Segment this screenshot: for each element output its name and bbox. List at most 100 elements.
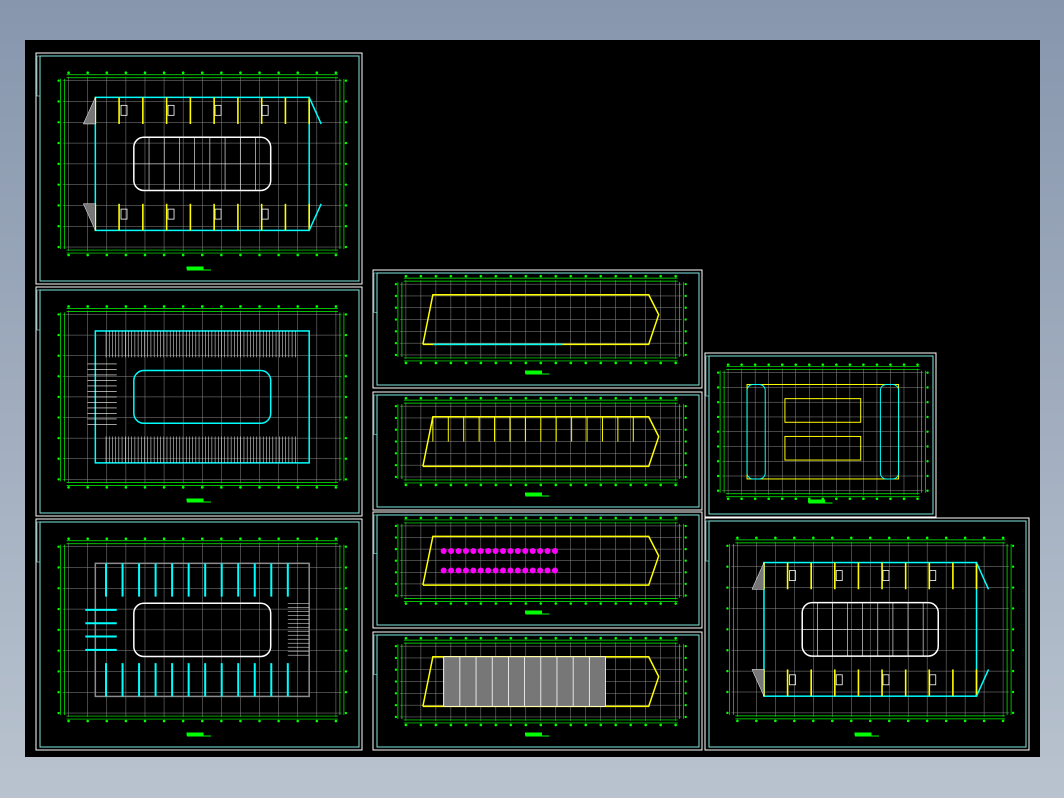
- stair-core: [214, 208, 222, 220]
- drawing-sheet-section-b[interactable]: [372, 391, 703, 511]
- furniture: [500, 567, 507, 574]
- axis-bubble: [181, 253, 185, 257]
- axis-bubble: [404, 274, 408, 278]
- axis-bubble: [220, 253, 223, 257]
- axis-bubble: [105, 537, 109, 541]
- axis-bubble: [599, 636, 603, 640]
- axis-bubble: [674, 274, 677, 278]
- axis-bubble: [494, 274, 498, 278]
- drawing-sheet-section-d[interactable]: [372, 631, 703, 751]
- axis-bubble: [124, 253, 128, 257]
- axis-bubble: [889, 497, 892, 501]
- axis-bubble: [736, 719, 739, 723]
- axis-bubble: [926, 401, 929, 404]
- axis-bubble: [674, 602, 677, 605]
- drawing-title-mark: [854, 732, 872, 736]
- axis-bubble: [539, 361, 543, 365]
- furniture: [551, 547, 558, 554]
- axis-bubble: [277, 305, 280, 308]
- axis-bubble: [57, 587, 60, 590]
- cad-model-space[interactable]: [25, 40, 1040, 757]
- furniture: [470, 567, 477, 574]
- axis-bubble: [479, 602, 483, 605]
- axis-bubble: [344, 607, 348, 611]
- axis-bubble: [726, 649, 729, 652]
- axis-bubble: [887, 719, 891, 723]
- axis-bubble: [105, 719, 109, 723]
- axis-bubble: [539, 602, 543, 605]
- axis-bubble: [67, 305, 70, 308]
- axis-bubble: [509, 483, 513, 487]
- axis-bubble: [57, 395, 60, 399]
- drawing-sheet-section-a[interactable]: [372, 269, 703, 389]
- axis-bubble: [684, 594, 687, 597]
- axis-bubble: [449, 483, 453, 487]
- axis-bubble: [726, 565, 729, 568]
- axis-bubble: [296, 71, 300, 75]
- stair-core: [261, 104, 269, 116]
- axis-bubble: [258, 719, 261, 723]
- axis-bubble: [1011, 628, 1015, 631]
- drawing-sheet-section-c[interactable]: [372, 511, 703, 629]
- axis-bubble: [887, 536, 891, 540]
- axis-bubble: [200, 71, 204, 75]
- axis-bubble: [434, 483, 438, 487]
- axis-bubble: [394, 668, 398, 671]
- axis-bubble: [404, 483, 408, 487]
- axis-bubble: [599, 602, 603, 605]
- axis-bubble: [200, 537, 204, 541]
- drawing-sheet-plan-upper[interactable]: [704, 517, 1030, 751]
- axis-bubble: [394, 571, 398, 574]
- axis-bubble: [344, 649, 348, 652]
- axis-bubble: [220, 71, 223, 75]
- axis-bubble: [434, 361, 438, 365]
- axis-bubble: [404, 516, 408, 520]
- axis-bubble: [344, 416, 348, 419]
- drawing-sheet-plan-roof-structure[interactable]: [35, 518, 363, 751]
- axis-bubble: [684, 715, 687, 719]
- axis-bubble: [659, 483, 662, 487]
- stair-core: [261, 208, 269, 220]
- axis-bubble: [449, 516, 453, 520]
- axis-bubble: [684, 656, 687, 660]
- furniture: [500, 547, 507, 554]
- axis-bubble: [539, 483, 543, 487]
- axis-bubble: [394, 547, 398, 551]
- drawing-sheet-plan-small[interactable]: [704, 352, 937, 518]
- furniture: [492, 547, 499, 554]
- axis-bubble: [684, 428, 687, 431]
- axis-bubble: [629, 274, 633, 278]
- axis-bubble: [793, 536, 796, 540]
- axis-bubble: [419, 723, 423, 727]
- axis-bubble: [599, 516, 603, 520]
- axis-bubble: [419, 602, 423, 605]
- axis-bubble: [394, 536, 398, 539]
- furniture: [507, 567, 514, 574]
- axis-bubble: [394, 294, 398, 298]
- axis-bubble: [394, 715, 398, 719]
- drawing-sheet-plan-ground[interactable]: [35, 52, 363, 285]
- axis-bubble: [57, 141, 60, 145]
- axis-bubble: [684, 559, 687, 562]
- axis-bubble: [124, 537, 128, 541]
- axis-bubble: [963, 536, 967, 540]
- axis-bubble: [906, 536, 910, 540]
- axis-bubble: [539, 516, 543, 520]
- axis-bubble: [143, 537, 147, 541]
- axis-bubble: [57, 79, 60, 82]
- axis-bubble: [344, 457, 348, 460]
- axis-bubble: [684, 282, 687, 286]
- axis-bubble: [584, 361, 588, 365]
- axis-bubble: [584, 723, 588, 727]
- axis-bubble: [644, 361, 648, 365]
- axis-bubble: [334, 71, 338, 75]
- axis-bubble: [394, 594, 398, 597]
- axis-bubble: [394, 282, 398, 286]
- drawing-sheet-plan-stands[interactable]: [35, 286, 363, 517]
- axis-bubble: [684, 692, 687, 695]
- axis-bubble: [629, 636, 633, 640]
- axis-bubble: [239, 253, 242, 257]
- axis-bubble: [629, 396, 633, 400]
- axis-bubble: [494, 516, 498, 520]
- axis-bubble: [86, 537, 89, 541]
